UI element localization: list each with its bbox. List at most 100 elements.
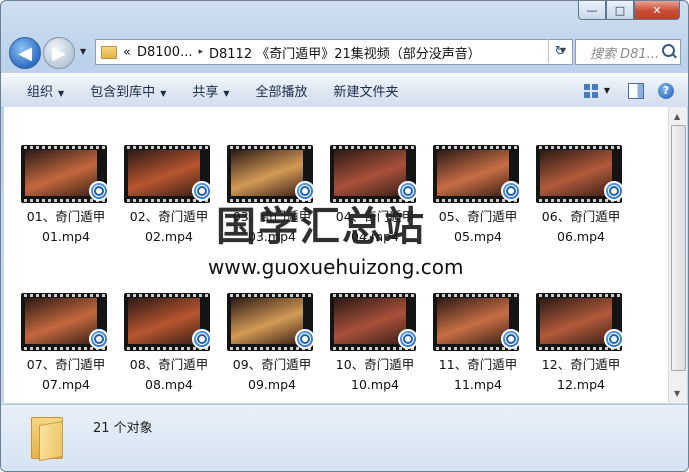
watermark-title: 国学汇总站 xyxy=(216,203,426,250)
file-item[interactable]: 07、奇门遁甲 07.mp4 xyxy=(18,293,114,403)
file-item[interactable]: 06、奇门遁甲 06.mp4 xyxy=(533,145,629,255)
file-item[interactable]: 10、奇门遁甲 10.mp4 xyxy=(327,293,423,403)
refresh-button[interactable]: ↻ xyxy=(548,39,571,63)
file-name-line2: 09.mp4 xyxy=(248,377,296,392)
organize-label: 组织 xyxy=(27,85,54,100)
video-frame xyxy=(334,298,406,344)
folder-icon xyxy=(31,413,63,462)
breadcrumb-separator-icon[interactable]: ▸ xyxy=(198,47,203,57)
preview-pane-icon[interactable] xyxy=(628,82,644,99)
file-name: 07、奇门遁甲 07.mp4 xyxy=(12,355,120,395)
breadcrumb-item-current[interactable]: D8112 《奇门遁甲》21集视频（部分没声音） xyxy=(209,43,481,62)
file-name: 08、奇门遁甲 08.mp4 xyxy=(115,355,223,395)
file-name: 10、奇门遁甲 10.mp4 xyxy=(321,355,429,395)
file-name-line2: 12.mp4 xyxy=(557,377,605,392)
file-name-line2: 10.mp4 xyxy=(351,377,399,392)
play-all-button[interactable]: 全部播放 xyxy=(256,81,308,100)
video-frame xyxy=(231,150,303,196)
new-folder-button[interactable]: 新建文件夹 xyxy=(334,81,399,100)
history-dropdown-button[interactable]: ▼ xyxy=(80,47,86,56)
file-item[interactable]: 09、奇门遁甲 09.mp4 xyxy=(224,293,320,403)
help-icon[interactable]: ? xyxy=(658,82,674,99)
file-name: 06、奇门遁甲 06.mp4 xyxy=(527,207,635,247)
watermark-url: www.guoxuehuizong.com xyxy=(208,255,464,279)
minimize-button[interactable]: — xyxy=(578,1,606,20)
file-name: 09、奇门遁甲 09.mp4 xyxy=(218,355,326,395)
file-item[interactable]: 08、奇门遁甲 08.mp4 xyxy=(121,293,217,403)
media-player-icon xyxy=(398,329,418,349)
video-frame xyxy=(128,298,200,344)
file-name-line1: 12、奇门遁甲 xyxy=(541,357,621,372)
video-frame xyxy=(540,298,612,344)
vertical-scrollbar[interactable]: ▲ ▼ xyxy=(668,107,687,403)
change-view-icon[interactable] xyxy=(583,83,598,98)
media-player-icon xyxy=(501,181,521,201)
file-name-line1: 06、奇门遁甲 xyxy=(541,209,621,224)
details-pane: 21 个对象 xyxy=(1,404,688,471)
media-player-icon xyxy=(604,329,624,349)
file-name-line1: 05、奇门遁甲 xyxy=(438,209,518,224)
caption-buttons: — □ ✕ xyxy=(578,1,680,20)
breadcrumb-item-parent[interactable]: D8100... xyxy=(137,45,193,60)
command-bar: 组织 ▼ 包含到库中 ▼ 共享 ▼ 全部播放 新建文件夹 ▼ ? xyxy=(1,73,688,108)
organize-menu[interactable]: 组织 ▼ xyxy=(27,81,64,100)
maximize-button[interactable]: □ xyxy=(606,1,634,20)
file-name: 01、奇门遁甲 01.mp4 xyxy=(12,207,120,247)
scroll-up-icon[interactable]: ▲ xyxy=(674,112,680,121)
forward-button[interactable]: ▶ xyxy=(43,37,75,69)
file-name-line1: 10、奇门遁甲 xyxy=(335,357,415,372)
video-frame xyxy=(334,150,406,196)
chevron-down-icon: ▼ xyxy=(58,89,65,98)
media-player-icon xyxy=(89,329,109,349)
file-name-line1: 01、奇门遁甲 xyxy=(26,209,106,224)
chevron-down-icon: ▼ xyxy=(223,89,230,98)
chevron-down-icon: ▼ xyxy=(160,89,167,98)
breadcrumb-overflow[interactable]: « xyxy=(123,45,131,60)
file-name: 11、奇门遁甲 11.mp4 xyxy=(424,355,532,395)
video-frame xyxy=(437,150,509,196)
media-player-icon xyxy=(501,329,521,349)
file-name-line1: 07、奇门遁甲 xyxy=(26,357,106,372)
file-name-line2: 05.mp4 xyxy=(454,229,502,244)
media-player-icon xyxy=(192,181,212,201)
file-name-line1: 09、奇门遁甲 xyxy=(232,357,312,372)
explorer-window: — □ ✕ ◀ ▶ ▼ « D8100... ▸ D8112 《奇门遁甲》21集… xyxy=(0,0,689,472)
file-name-line2: 11.mp4 xyxy=(454,377,502,392)
folder-icon xyxy=(101,45,117,59)
share-menu[interactable]: 共享 ▼ xyxy=(192,81,229,100)
file-name-line2: 07.mp4 xyxy=(42,377,90,392)
video-frame xyxy=(25,298,97,344)
video-frame xyxy=(231,298,303,344)
media-player-icon xyxy=(89,181,109,201)
media-player-icon xyxy=(295,329,315,349)
refresh-icon: ↻ xyxy=(554,43,566,59)
close-button[interactable]: ✕ xyxy=(634,1,680,20)
search-placeholder: 搜索 D81... xyxy=(590,46,660,62)
share-label: 共享 xyxy=(192,85,219,100)
file-item[interactable]: 01、奇门遁甲 01.mp4 xyxy=(18,145,114,255)
scrollbar-thumb[interactable] xyxy=(671,125,686,371)
video-frame xyxy=(128,150,200,196)
file-item[interactable]: 02、奇门遁甲 02.mp4 xyxy=(121,145,217,255)
media-player-icon xyxy=(192,329,212,349)
search-input[interactable]: 搜索 D81... xyxy=(575,39,681,65)
file-item[interactable]: 12、奇门遁甲 12.mp4 xyxy=(533,293,629,403)
file-name-line1: 11、奇门遁甲 xyxy=(438,357,518,372)
address-row: ◀ ▶ ▼ « D8100... ▸ D8112 《奇门遁甲》21集视频（部分没… xyxy=(1,31,688,71)
file-name-line1: 08、奇门遁甲 xyxy=(129,357,209,372)
address-bar[interactable]: « D8100... ▸ D8112 《奇门遁甲》21集视频（部分没声音） ▼ xyxy=(95,39,573,65)
scroll-down-icon[interactable]: ▼ xyxy=(674,389,680,398)
back-button[interactable]: ◀ xyxy=(9,37,41,69)
file-name-line2: 02.mp4 xyxy=(145,229,193,244)
file-item[interactable]: 05、奇门遁甲 05.mp4 xyxy=(430,145,526,255)
file-name: 12、奇门遁甲 12.mp4 xyxy=(527,355,635,395)
include-in-library-menu[interactable]: 包含到库中 ▼ xyxy=(90,81,166,100)
media-player-icon xyxy=(604,181,624,201)
file-name-line1: 02、奇门遁甲 xyxy=(129,209,209,224)
file-name-line2: 08.mp4 xyxy=(145,377,193,392)
file-item[interactable]: 11、奇门遁甲 11.mp4 xyxy=(430,293,526,403)
file-name-line2: 06.mp4 xyxy=(557,229,605,244)
file-name: 02、奇门遁甲 02.mp4 xyxy=(115,207,223,247)
search-icon xyxy=(662,44,675,57)
view-options-dropdown-icon[interactable]: ▼ xyxy=(604,86,610,95)
